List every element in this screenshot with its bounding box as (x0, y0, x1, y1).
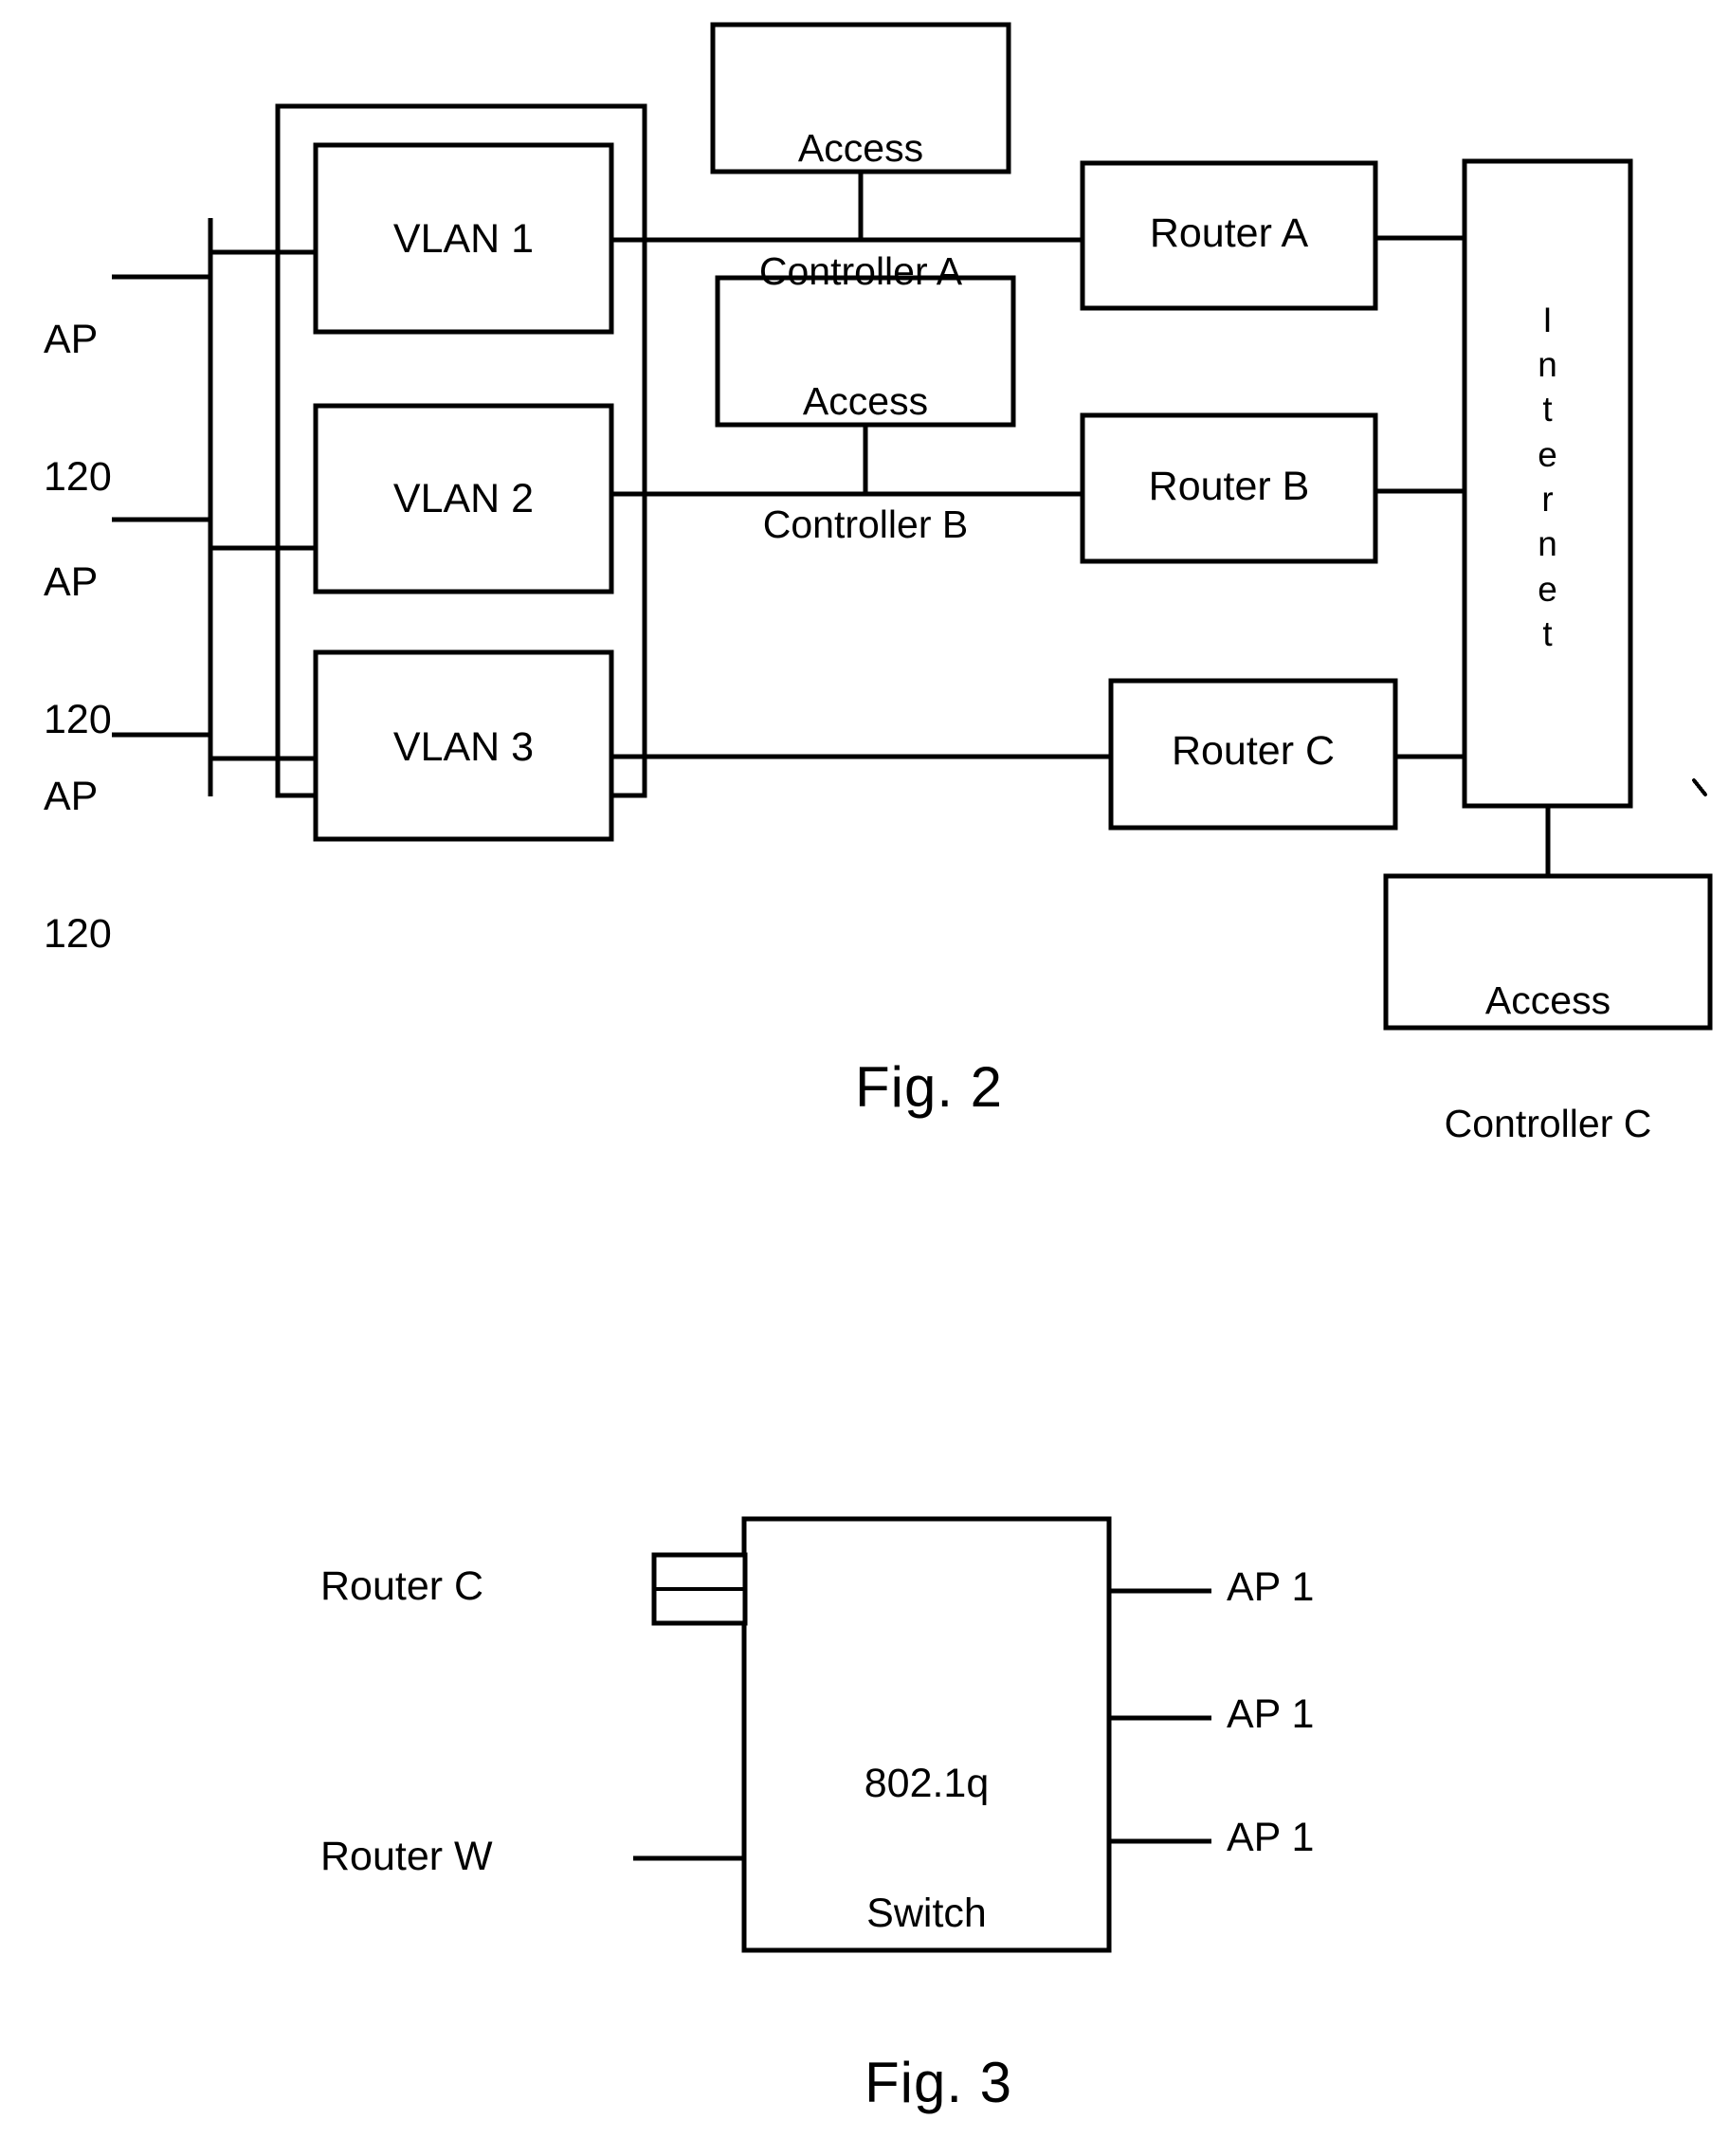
ap-label-3-line1: AP (44, 774, 99, 820)
access-controller-b-line1: Access (802, 378, 929, 423)
internet-letter-7: e (1538, 569, 1557, 609)
ap-label-1-line1: AP (44, 317, 99, 363)
patent-drawing-sheet: AP 120 AP 120 AP 120 VLAN 1 VLAN 2 VLAN … (0, 0, 1729, 2156)
internet-label: I n t e r n e t (1465, 235, 1630, 719)
internet-letter-5: r (1541, 480, 1554, 519)
router-b-label: Router B (1148, 464, 1310, 509)
access-controller-a-line2: Controller A (758, 249, 963, 294)
access-controller-c-line1: Access (1484, 978, 1611, 1022)
vlan-2-label: VLAN 2 (392, 476, 535, 521)
internet-letter-3: t (1542, 390, 1553, 429)
scan-artifact-tick (1692, 778, 1707, 796)
access-controller-c-line2: Controller C (1444, 1102, 1652, 1146)
access-controller-b-line2: Controller B (762, 502, 969, 547)
router-a-label: Router A (1149, 210, 1309, 256)
port-label-ap-2: AP 1 (1227, 1691, 1315, 1737)
port-label-router-c: Router C (320, 1563, 484, 1609)
port-label-ap-1: AP 1 (1227, 1564, 1315, 1610)
ap-label-2-line1: AP (44, 559, 99, 606)
internet-letter-8: t (1542, 614, 1553, 654)
figure-3-caption: Fig. 3 (864, 2051, 1013, 2114)
vlan-1-label: VLAN 1 (392, 216, 535, 262)
switch-label: 802.1q Switch (744, 1676, 1109, 2022)
access-controller-b-label: Access Controller B (718, 299, 1013, 629)
internet-letter-6: n (1538, 524, 1557, 564)
vlan-3-label: VLAN 3 (392, 724, 535, 770)
ap-label-3-line2: 120 (44, 910, 112, 957)
internet-letter-1: I (1542, 300, 1553, 339)
figure-2-caption: Fig. 2 (854, 1055, 1004, 1119)
router-c-label: Router C (1171, 728, 1336, 774)
internet-letter-4: e (1538, 434, 1557, 474)
port-label-router-w: Router W (320, 1834, 493, 1879)
access-controller-a-line1: Access (797, 125, 924, 170)
port-label-ap-3: AP 1 (1227, 1815, 1315, 1860)
internet-letter-2: n (1538, 344, 1557, 384)
switch-label-line2: Switch (866, 1890, 987, 1936)
switch-label-line1: 802.1q (864, 1761, 990, 1807)
access-controller-c-label: Access Controller C (1386, 898, 1710, 1228)
ap-label-3: AP 120 (44, 683, 148, 1048)
